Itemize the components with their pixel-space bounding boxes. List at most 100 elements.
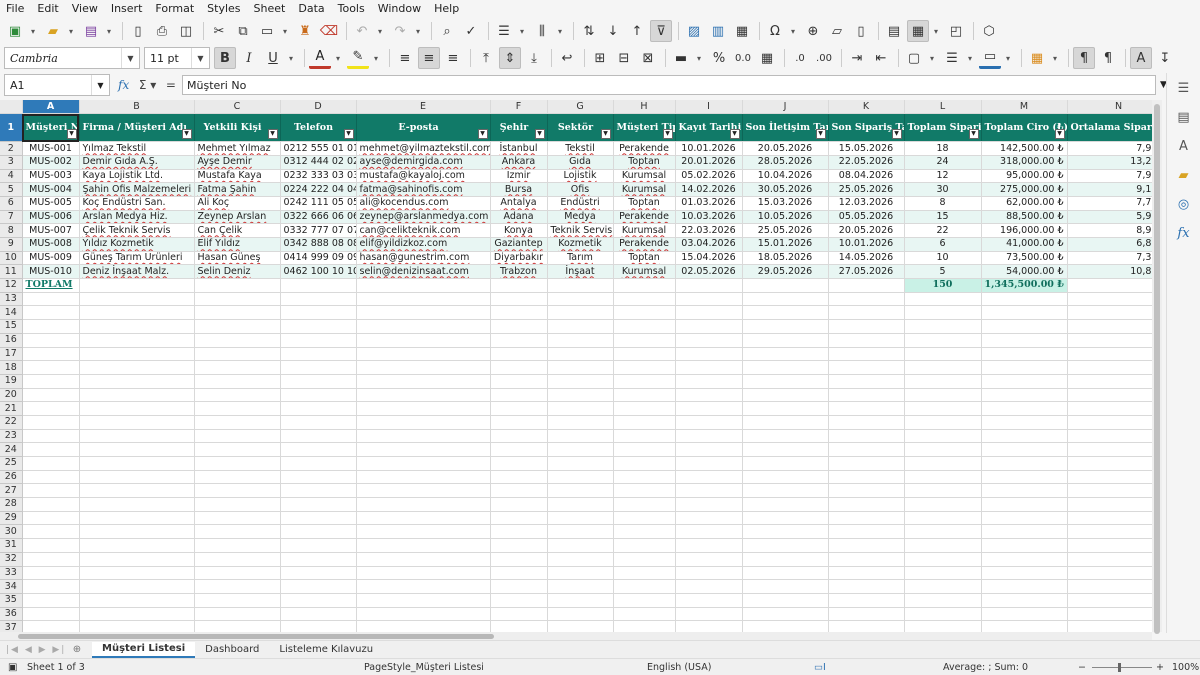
cell[interactable]: MUS-003	[22, 169, 80, 184]
cell[interactable]	[79, 333, 195, 348]
cell[interactable]	[613, 292, 676, 307]
cell[interactable]: 7,750.	[1067, 196, 1152, 211]
cell[interactable]	[547, 511, 614, 526]
row-header[interactable]: 19	[0, 374, 23, 389]
copy-icon[interactable]: ⧉	[232, 20, 254, 42]
cell[interactable]	[22, 538, 80, 553]
cell[interactable]	[194, 552, 281, 567]
cell[interactable]: ali@kocendus.com	[356, 196, 491, 211]
cell[interactable]	[904, 511, 982, 526]
selection-mode-icon[interactable]: ▭I	[814, 662, 826, 673]
cell[interactable]	[828, 333, 905, 348]
cell[interactable]	[981, 374, 1068, 389]
cell[interactable]	[490, 552, 548, 567]
cell[interactable]	[613, 511, 676, 526]
cell[interactable]: 0462 100 10 10	[280, 264, 357, 280]
cell[interactable]	[79, 442, 195, 457]
cell[interactable]	[613, 620, 676, 632]
cell[interactable]: Trabzon	[490, 264, 548, 280]
cell[interactable]	[356, 347, 491, 362]
cell[interactable]	[490, 333, 548, 348]
cell[interactable]	[742, 429, 829, 444]
cell[interactable]	[79, 524, 195, 540]
header-cell[interactable]: Müşteri No▼	[22, 113, 80, 143]
cell[interactable]	[675, 470, 743, 485]
cell[interactable]	[613, 470, 676, 485]
cell[interactable]	[356, 593, 491, 608]
cell[interactable]	[1067, 347, 1152, 362]
cell[interactable]	[79, 470, 195, 485]
filter-dropdown-icon[interactable]: ▼	[66, 129, 77, 140]
cell[interactable]: MUS-004	[22, 182, 80, 197]
cell[interactable]: Teknik Servis	[547, 223, 614, 238]
cell[interactable]	[547, 319, 614, 334]
cell[interactable]	[904, 483, 982, 499]
cell[interactable]: 0242 111 05 05	[280, 196, 357, 211]
filter-dropdown-icon[interactable]: ▼	[600, 129, 611, 140]
highlight-color-icon[interactable]: ✎	[347, 47, 369, 69]
cell[interactable]	[79, 278, 195, 293]
cell[interactable]: Güneş Tarım Ürünleri	[79, 251, 195, 266]
define-print-area-icon[interactable]: ▤	[883, 20, 905, 42]
cell[interactable]	[675, 374, 743, 389]
cell[interactable]	[904, 497, 982, 512]
cell[interactable]	[1067, 278, 1152, 293]
sheet-tab-dashboard[interactable]: Dashboard	[195, 642, 269, 658]
cell[interactable]	[22, 607, 80, 622]
row-header[interactable]: 20	[0, 388, 23, 403]
cell[interactable]: 62,000.00 ₺	[981, 196, 1068, 211]
cell[interactable]	[490, 456, 548, 471]
cell[interactable]: 142,500.00 ₺	[981, 141, 1068, 156]
cell[interactable]	[828, 607, 905, 622]
formula-input[interactable]: Müşteri No	[182, 75, 1156, 95]
cell[interactable]	[828, 305, 905, 321]
column-header[interactable]: K	[828, 100, 905, 115]
column-header[interactable]: N	[1067, 100, 1152, 115]
cell[interactable]	[904, 360, 982, 375]
cell[interactable]	[280, 456, 357, 471]
cell[interactable]	[742, 278, 829, 293]
filter-dropdown-icon[interactable]: ▼	[181, 129, 192, 140]
cell[interactable]	[490, 483, 548, 499]
font-color-icon[interactable]: A	[309, 47, 331, 69]
cell[interactable]	[547, 620, 614, 632]
cell[interactable]: Kozmetik	[547, 237, 614, 252]
header-cell[interactable]: Firma / Müşteri Adı ▼	[79, 113, 195, 143]
row-header[interactable]: 2	[0, 141, 23, 156]
cell[interactable]	[356, 429, 491, 444]
totals-label[interactable]: TOPLAM	[22, 278, 80, 293]
cell[interactable]: 54,000.00 ₺	[981, 264, 1068, 280]
cell[interactable]: 27.05.2026	[828, 264, 905, 280]
paste-icon[interactable]: ▭	[256, 20, 278, 42]
column-header[interactable]: A	[22, 100, 80, 115]
cell[interactable]	[828, 292, 905, 307]
row-header[interactable]: 15	[0, 319, 23, 334]
row-header[interactable]: 32	[0, 552, 23, 567]
chevron-down-icon[interactable]: ▼	[191, 48, 209, 68]
cell[interactable]	[1067, 401, 1152, 416]
cell[interactable]: 20.05.2026	[742, 141, 829, 156]
cell[interactable]: Selin Deniz	[194, 264, 281, 280]
underline-dropdown-icon[interactable]: ▾	[286, 47, 296, 69]
cell[interactable]	[981, 292, 1068, 307]
cell[interactable]	[742, 292, 829, 307]
cell[interactable]	[356, 374, 491, 389]
chevron-down-icon[interactable]: ▼	[91, 75, 109, 95]
cell[interactable]: Diyarbakır	[490, 251, 548, 266]
cell[interactable]	[904, 429, 982, 444]
cell[interactable]	[79, 415, 195, 430]
cell[interactable]: 0224 222 04 04	[280, 182, 357, 197]
cell[interactable]	[356, 442, 491, 457]
cell[interactable]	[675, 442, 743, 457]
column-header[interactable]: F	[490, 100, 548, 115]
cell[interactable]	[675, 511, 743, 526]
special-character-icon[interactable]: Ω	[764, 20, 786, 42]
cell[interactable]	[280, 497, 357, 512]
function-wizard-icon[interactable]: fx	[118, 78, 129, 92]
font-size-combo[interactable]: 11 pt ▼	[144, 47, 210, 69]
sheet-tab-listeleme-kilavuzu[interactable]: Listeleme Kılavuzu	[269, 642, 383, 658]
cell[interactable]	[22, 401, 80, 416]
cell[interactable]	[356, 319, 491, 334]
cell[interactable]	[547, 415, 614, 430]
row-header[interactable]: 1	[0, 113, 23, 143]
